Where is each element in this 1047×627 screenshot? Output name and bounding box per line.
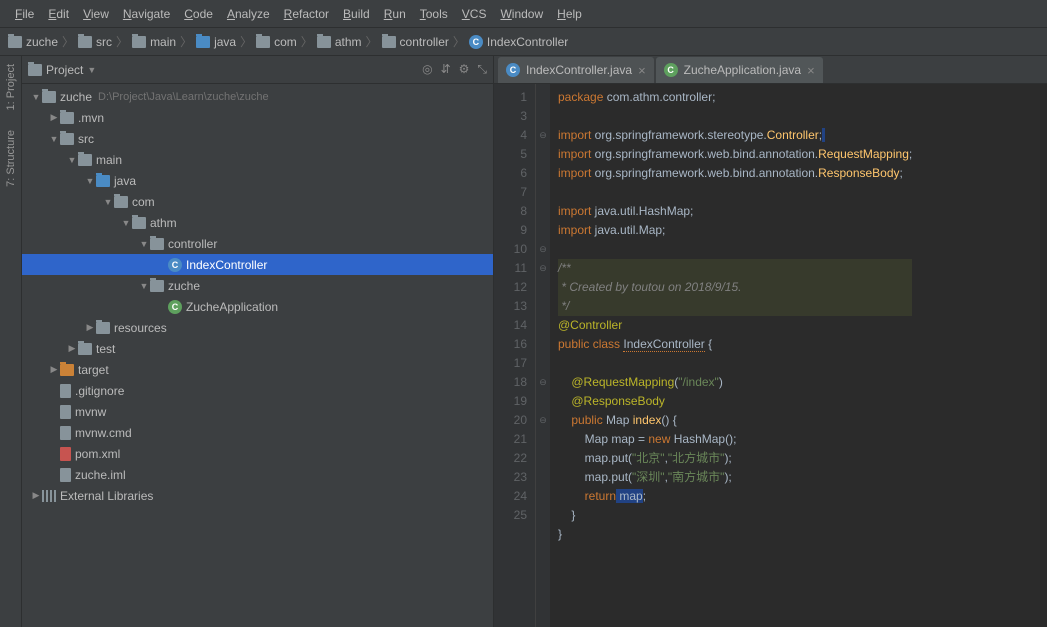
tree-athm[interactable]: ▼athm — [22, 212, 493, 233]
tree-pom.xml[interactable]: pom.xml — [22, 443, 493, 464]
menu-tools[interactable]: Tools — [413, 7, 455, 21]
close-icon[interactable]: × — [638, 63, 646, 78]
menu-vcs[interactable]: VCS — [455, 7, 494, 21]
tool-window-bar: 1: Project 7: Structure — [0, 56, 22, 627]
target-icon[interactable]: ◎ — [422, 62, 432, 77]
project-icon — [28, 64, 42, 76]
editor-tabs: CIndexController.java×CZucheApplication.… — [494, 56, 1047, 84]
breadcrumb-src[interactable]: src — [78, 35, 112, 49]
project-tree: ▼zucheD:\Project\Java\Learn\zuche\zuche▶… — [22, 84, 493, 627]
tree-com[interactable]: ▼com — [22, 191, 493, 212]
tree-.gitignore[interactable]: .gitignore — [22, 380, 493, 401]
tree-controller[interactable]: ▼controller — [22, 233, 493, 254]
menu-view[interactable]: View — [76, 7, 116, 21]
tree-mvnw.cmd[interactable]: mvnw.cmd — [22, 422, 493, 443]
line-gutter: 13456789101112131416171819202122232425 — [494, 84, 536, 627]
tree-.mvn[interactable]: ▶.mvn — [22, 107, 493, 128]
menu-analyze[interactable]: Analyze — [220, 7, 277, 21]
breadcrumb-com[interactable]: com — [256, 35, 297, 49]
menu-window[interactable]: Window — [493, 7, 550, 21]
menu-run[interactable]: Run — [377, 7, 413, 21]
editor[interactable]: 13456789101112131416171819202122232425 ⊖… — [494, 84, 1047, 627]
tree-main[interactable]: ▼main — [22, 149, 493, 170]
tool-project[interactable]: 1: Project — [5, 64, 17, 110]
hide-icon[interactable]: ⤡ — [477, 62, 487, 77]
project-header[interactable]: Project ▼ — [28, 63, 422, 77]
tree-External Libraries[interactable]: ▶External Libraries — [22, 485, 493, 506]
tab-ZucheApplication.java[interactable]: CZucheApplication.java× — [656, 57, 823, 83]
menu-build[interactable]: Build — [336, 7, 377, 21]
tree-java[interactable]: ▼java — [22, 170, 493, 191]
menu-bar: FileEditViewNavigateCodeAnalyzeRefactorB… — [0, 0, 1047, 28]
breadcrumb-athm[interactable]: athm — [317, 35, 362, 49]
tool-structure[interactable]: 7: Structure — [5, 130, 17, 187]
tree-resources[interactable]: ▶resources — [22, 317, 493, 338]
tree-zuche.iml[interactable]: zuche.iml — [22, 464, 493, 485]
tree-ZucheApplication[interactable]: CZucheApplication — [22, 296, 493, 317]
collapse-icon[interactable]: ⇵ — [441, 62, 451, 77]
project-sidebar: Project ▼ ◎ ⇵ ⚙ ⤡ ▼zucheD:\Project\Java\… — [22, 56, 494, 627]
editor-area: CIndexController.java×CZucheApplication.… — [494, 56, 1047, 627]
menu-code[interactable]: Code — [177, 7, 220, 21]
tree-zuche[interactable]: ▼zucheD:\Project\Java\Learn\zuche\zuche — [22, 86, 493, 107]
breadcrumb-bar: zuche〉src〉main〉java〉com〉athm〉controller〉… — [0, 28, 1047, 56]
menu-refactor[interactable]: Refactor — [277, 7, 336, 21]
settings-icon[interactable]: ⚙ — [459, 62, 470, 77]
tree-target[interactable]: ▶target — [22, 359, 493, 380]
menu-help[interactable]: Help — [550, 7, 589, 21]
close-icon[interactable]: × — [807, 63, 815, 78]
breadcrumb-controller[interactable]: controller — [382, 35, 449, 49]
tree-zuche[interactable]: ▼zuche — [22, 275, 493, 296]
tree-src[interactable]: ▼src — [22, 128, 493, 149]
project-title: Project — [46, 63, 83, 77]
breadcrumb-zuche[interactable]: zuche — [8, 35, 58, 49]
breadcrumb-IndexController[interactable]: CIndexController — [469, 35, 568, 49]
tab-IndexController.java[interactable]: CIndexController.java× — [498, 57, 654, 83]
tree-test[interactable]: ▶test — [22, 338, 493, 359]
tree-mvnw[interactable]: mvnw — [22, 401, 493, 422]
menu-file[interactable]: File — [8, 7, 41, 21]
fold-gutter: ⊖⊖⊖⊖⊖ — [536, 84, 550, 627]
breadcrumb-java[interactable]: java — [196, 35, 236, 49]
breadcrumb-main[interactable]: main — [132, 35, 176, 49]
tree-IndexController[interactable]: CIndexController — [22, 254, 493, 275]
code-content[interactable]: package com.athm.controller; import org.… — [550, 84, 920, 627]
menu-navigate[interactable]: Navigate — [116, 7, 177, 21]
menu-edit[interactable]: Edit — [41, 7, 76, 21]
